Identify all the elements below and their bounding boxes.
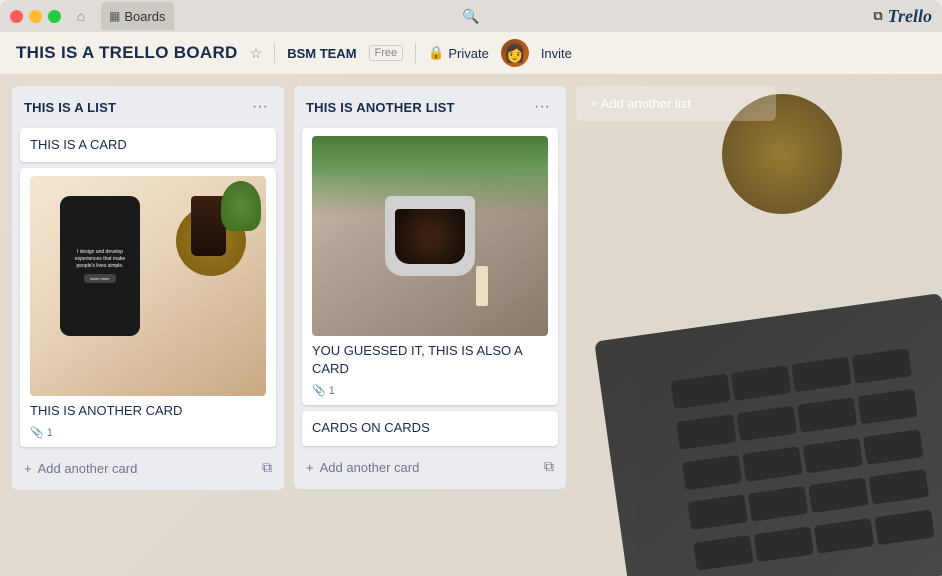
tab-label: Boards — [124, 9, 165, 24]
invite-button[interactable]: Invite — [541, 46, 572, 61]
list-1: THIS IS A LIST ··· THIS IS A CARD I desi… — [12, 86, 284, 490]
list-1-add-card-button[interactable]: + Add another card — [20, 455, 258, 482]
key — [852, 348, 912, 384]
board-header: THIS IS A TRELLO BOARD ☆ BSM TEAM Free 🔒… — [0, 32, 942, 74]
attachment-badge: 📎 1 — [30, 426, 53, 439]
lock-icon: 🔒 — [428, 45, 444, 61]
card-3-attachment-count: 1 — [329, 385, 335, 397]
card-2-footer: 📎 1 — [30, 426, 266, 439]
list-2: THIS IS ANOTHER LIST ··· YOU GUESSED IT,… — [294, 86, 566, 489]
card-2-image: I design and develop experiences that ma… — [30, 176, 266, 396]
card-2-title: THIS IS ANOTHER CARD — [30, 402, 266, 420]
key — [748, 486, 808, 522]
free-badge: Free — [369, 45, 404, 61]
list-2-header: THIS IS ANOTHER LIST ··· — [302, 94, 558, 120]
search-button[interactable]: 🔍 — [457, 2, 485, 30]
chrome-center: 🔍 — [457, 2, 485, 30]
key — [863, 429, 923, 465]
key — [754, 527, 814, 563]
key — [857, 388, 917, 424]
tab-icon: ▦ — [109, 9, 120, 23]
add-list-label: + Add another list — [590, 96, 691, 111]
header-divider-2 — [415, 43, 416, 63]
card-4[interactable]: CARDS ON CARDS — [302, 411, 558, 445]
list-1-menu-button[interactable]: ··· — [248, 96, 272, 118]
add-card-label: Add another card — [38, 461, 138, 476]
home-icon[interactable]: ⌂ — [67, 2, 95, 30]
key — [688, 495, 748, 531]
coffee-surface — [395, 209, 465, 264]
card-1-title: THIS IS A CARD — [30, 136, 266, 154]
list-2-template-button[interactable]: ⧉ — [540, 454, 558, 479]
list-1-add-card-row: + Add another card ⧉ — [20, 453, 276, 482]
succulent-decoration — [221, 181, 261, 231]
phone-cta-btn: learn more — [84, 274, 115, 283]
minimize-button[interactable] — [29, 10, 42, 23]
window-chrome: ⌂ ▦ Boards 🔍 ⧉ Trello — [0, 0, 942, 32]
browser-tab[interactable]: ▦ Boards — [101, 2, 174, 30]
candle-decoration — [476, 266, 488, 306]
card-3-attachment-badge: 📎 1 — [312, 384, 335, 397]
card-2[interactable]: I design and develop experiences that ma… — [20, 168, 276, 447]
header-divider — [274, 43, 275, 63]
list-2-title: THIS IS ANOTHER LIST — [306, 100, 455, 115]
phone-mockup: I design and develop experiences that ma… — [60, 196, 140, 336]
coffee-cup — [385, 196, 475, 276]
key — [791, 357, 851, 393]
card-4-title: CARDS ON CARDS — [312, 419, 548, 437]
privacy-label: Private — [448, 46, 488, 61]
add-list-button[interactable]: + Add another list — [576, 86, 776, 121]
card-3-title: YOU GUESSED IT, THIS IS ALSO A CARD — [312, 342, 548, 378]
attachment-count: 1 — [47, 427, 53, 439]
lists-container: THIS IS A LIST ··· THIS IS A CARD I desi… — [12, 86, 776, 490]
plus-icon-2: + — [306, 460, 314, 475]
list-2-add-card-label: Add another card — [320, 460, 420, 475]
key — [874, 510, 934, 546]
list-1-header: THIS IS A LIST ··· — [20, 94, 276, 120]
plus-icon: + — [24, 461, 32, 476]
card-1[interactable]: THIS IS A CARD — [20, 128, 276, 162]
trello-logo: Trello — [888, 6, 932, 27]
board-background: THIS IS A LIST ··· THIS IS A CARD I desi… — [0, 74, 942, 576]
key — [797, 397, 857, 433]
team-name: BSM TEAM — [287, 46, 356, 61]
list-1-template-button[interactable]: ⧉ — [258, 455, 276, 480]
board-title: THIS IS A TRELLO BOARD — [16, 43, 238, 63]
list-2-add-card-button[interactable]: + Add another card — [302, 454, 540, 481]
avatar[interactable]: 👩 — [501, 39, 529, 67]
paperclip-icon-2: 📎 — [312, 384, 326, 397]
card-3-image — [312, 136, 548, 336]
key — [808, 478, 868, 514]
maximize-button[interactable] — [48, 10, 61, 23]
close-button[interactable] — [10, 10, 23, 23]
key — [869, 469, 929, 505]
list-2-add-card-row: + Add another card ⧉ — [302, 452, 558, 481]
key — [693, 535, 753, 571]
privacy-badge[interactable]: 🔒 Private — [428, 45, 489, 61]
key — [803, 437, 863, 473]
trello-logo-icon: ⧉ — [873, 8, 882, 24]
paperclip-icon: 📎 — [30, 426, 44, 439]
key — [814, 518, 874, 554]
card-3[interactable]: YOU GUESSED IT, THIS IS ALSO A CARD 📎 1 — [302, 128, 558, 405]
star-button[interactable]: ☆ — [250, 45, 263, 62]
phone-screen-text: I design and develop experiences that ma… — [68, 249, 132, 270]
list-2-menu-button[interactable]: ··· — [530, 96, 554, 118]
card-3-footer: 📎 1 — [312, 384, 548, 397]
list-1-title: THIS IS A LIST — [24, 100, 116, 115]
